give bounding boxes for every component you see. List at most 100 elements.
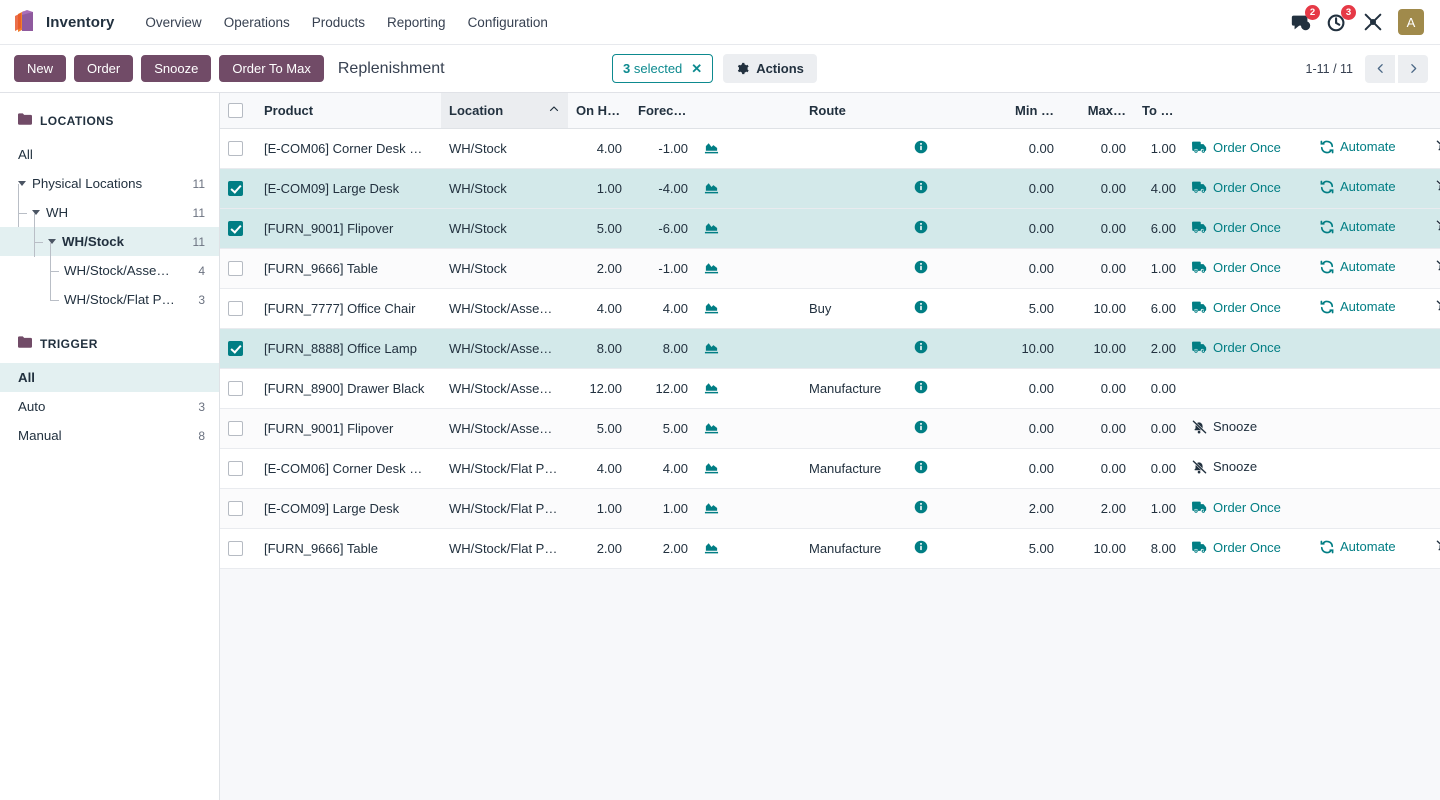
cell-forecast-chart[interactable] bbox=[696, 528, 801, 568]
nav-products[interactable]: Products bbox=[301, 10, 376, 35]
nav-operations[interactable]: Operations bbox=[213, 10, 301, 35]
cell-action[interactable]: Snooze bbox=[1428, 528, 1440, 568]
row-select-cell[interactable] bbox=[220, 328, 256, 368]
nav-reporting[interactable]: Reporting bbox=[376, 10, 457, 35]
table-row[interactable]: [FURN_9666] TableWH/Stock2.00-1.000.000.… bbox=[220, 248, 1440, 288]
snooze-button[interactable]: Snooze bbox=[141, 55, 211, 82]
info-icon[interactable] bbox=[914, 340, 928, 354]
cell-info[interactable] bbox=[906, 408, 984, 448]
activities-clock-icon[interactable]: 3 bbox=[1326, 11, 1348, 33]
cell-action[interactable]: Snooze bbox=[1428, 208, 1440, 248]
select-all-checkbox[interactable] bbox=[228, 103, 243, 118]
order-once-button[interactable]: Order Once bbox=[1192, 220, 1281, 235]
forecast-report-icon[interactable] bbox=[704, 260, 719, 274]
cell-action[interactable]: Order Once bbox=[1184, 528, 1312, 568]
snooze-button[interactable]: Snooze bbox=[1436, 259, 1440, 274]
forecast-report-icon[interactable] bbox=[704, 540, 719, 554]
cell-forecast-chart[interactable] bbox=[696, 168, 801, 208]
cell-action[interactable]: Order Once bbox=[1184, 248, 1312, 288]
column-header-on-hand[interactable]: On Hand bbox=[568, 93, 630, 128]
sidebar-item-wh-stock-asse[interactable]: WH/Stock/Asse…4 bbox=[0, 256, 219, 285]
snooze-button[interactable]: Snooze bbox=[1192, 419, 1257, 434]
order-once-button[interactable]: Order Once bbox=[1192, 540, 1281, 555]
debug-tools-icon[interactable] bbox=[1362, 11, 1384, 33]
forecast-report-icon[interactable] bbox=[704, 140, 719, 154]
table-row[interactable]: [FURN_9001] FlipoverWH/Stock/Asse…5.005.… bbox=[220, 408, 1440, 448]
table-row[interactable]: [FURN_9666] TableWH/Stock/Flat P…2.002.0… bbox=[220, 528, 1440, 568]
avatar[interactable]: A bbox=[1398, 9, 1424, 35]
info-icon[interactable] bbox=[914, 380, 928, 394]
cell-forecast-chart[interactable] bbox=[696, 128, 801, 168]
cell-action[interactable]: Order Once bbox=[1184, 168, 1312, 208]
info-icon[interactable] bbox=[914, 460, 928, 474]
automate-button[interactable]: Automate bbox=[1320, 219, 1396, 234]
row-checkbox[interactable] bbox=[228, 341, 243, 356]
cell-action[interactable]: Automate bbox=[1312, 248, 1428, 288]
automate-button[interactable]: Automate bbox=[1320, 259, 1396, 274]
sidebar-item-all[interactable]: All bbox=[0, 363, 219, 392]
row-select-cell[interactable] bbox=[220, 528, 256, 568]
messages-icon[interactable]: 2 bbox=[1290, 11, 1312, 33]
order-once-button[interactable]: Order Once bbox=[1192, 140, 1281, 155]
cell-action[interactable]: Automate bbox=[1312, 528, 1428, 568]
tree-caret-icon[interactable] bbox=[18, 181, 26, 186]
column-header-min[interactable]: Min … bbox=[984, 93, 1062, 128]
forecast-report-icon[interactable] bbox=[704, 420, 719, 434]
cell-action[interactable]: Snooze bbox=[1184, 408, 1312, 448]
row-checkbox[interactable] bbox=[228, 461, 243, 476]
forecast-report-icon[interactable] bbox=[704, 500, 719, 514]
row-select-cell[interactable] bbox=[220, 288, 256, 328]
order-once-button[interactable]: Order Once bbox=[1192, 340, 1281, 355]
cell-info[interactable] bbox=[906, 328, 984, 368]
forecast-report-icon[interactable] bbox=[704, 300, 719, 314]
snooze-button[interactable]: Snooze bbox=[1436, 139, 1440, 154]
cell-forecast-chart[interactable] bbox=[696, 488, 801, 528]
snooze-button[interactable]: Snooze bbox=[1192, 459, 1257, 474]
forecast-report-icon[interactable] bbox=[704, 220, 719, 234]
cell-action[interactable]: Snooze bbox=[1428, 248, 1440, 288]
column-header-location[interactable]: Location bbox=[441, 93, 568, 128]
info-icon[interactable] bbox=[914, 500, 928, 514]
forecast-report-icon[interactable] bbox=[704, 340, 719, 354]
cell-info[interactable] bbox=[906, 208, 984, 248]
column-header-product[interactable]: Product bbox=[256, 93, 441, 128]
cell-action[interactable]: Automate bbox=[1312, 168, 1428, 208]
cell-forecast-chart[interactable] bbox=[696, 408, 801, 448]
column-header-route[interactable]: Route bbox=[801, 93, 906, 128]
order-once-button[interactable]: Order Once bbox=[1192, 500, 1281, 515]
odoo-logo-icon[interactable] bbox=[10, 9, 36, 35]
cell-forecast-chart[interactable] bbox=[696, 448, 801, 488]
info-icon[interactable] bbox=[914, 540, 928, 554]
cell-action[interactable]: Order Once bbox=[1184, 288, 1312, 328]
sidebar-item-wh-stock[interactable]: WH/Stock11 bbox=[0, 227, 219, 256]
cell-info[interactable] bbox=[906, 528, 984, 568]
cell-forecast-chart[interactable] bbox=[696, 328, 801, 368]
sidebar-item-manual[interactable]: Manual8 bbox=[0, 421, 219, 450]
order-once-button[interactable]: Order Once bbox=[1192, 300, 1281, 315]
row-checkbox[interactable] bbox=[228, 141, 243, 156]
row-select-cell[interactable] bbox=[220, 168, 256, 208]
row-checkbox[interactable] bbox=[228, 501, 243, 516]
automate-button[interactable]: Automate bbox=[1320, 139, 1396, 154]
cell-action[interactable]: Automate bbox=[1312, 128, 1428, 168]
row-select-cell[interactable] bbox=[220, 208, 256, 248]
order-once-button[interactable]: Order Once bbox=[1192, 260, 1281, 275]
cell-forecast-chart[interactable] bbox=[696, 208, 801, 248]
row-checkbox[interactable] bbox=[228, 381, 243, 396]
clear-selection-icon[interactable]: ✕ bbox=[691, 62, 702, 75]
snooze-button[interactable]: Snooze bbox=[1436, 539, 1440, 554]
sidebar-item-all[interactable]: All bbox=[0, 140, 219, 169]
info-icon[interactable] bbox=[914, 140, 928, 154]
cell-action[interactable]: Snooze bbox=[1428, 168, 1440, 208]
cell-action[interactable]: Snooze bbox=[1428, 288, 1440, 328]
row-select-cell[interactable] bbox=[220, 488, 256, 528]
forecast-report-icon[interactable] bbox=[704, 180, 719, 194]
column-header-max[interactable]: Max… bbox=[1062, 93, 1134, 128]
order-button[interactable]: Order bbox=[74, 55, 133, 82]
cell-forecast-chart[interactable] bbox=[696, 288, 801, 328]
row-checkbox[interactable] bbox=[228, 181, 243, 196]
sidebar-item-physical-locations[interactable]: Physical Locations11 bbox=[0, 169, 219, 198]
table-row[interactable]: [FURN_8900] Drawer BlackWH/Stock/Asse…12… bbox=[220, 368, 1440, 408]
cell-info[interactable] bbox=[906, 128, 984, 168]
cell-info[interactable] bbox=[906, 368, 984, 408]
